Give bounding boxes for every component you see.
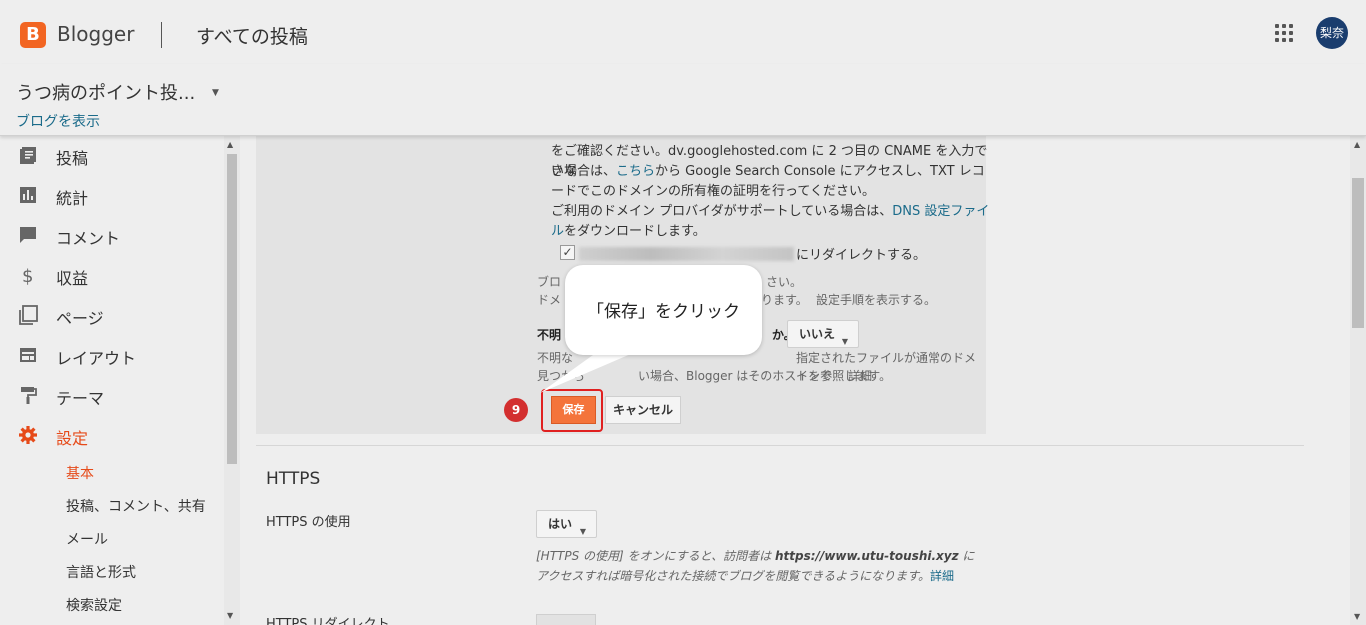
main-scroll-thumb[interactable] (1352, 178, 1364, 328)
save-button[interactable]: 保存 (551, 396, 596, 424)
dns-file-link-cont[interactable]: ル (551, 224, 564, 239)
https-details-link[interactable]: 詳細 (930, 569, 954, 583)
sidebar-item-label: レイアウト (56, 349, 137, 368)
step-number-badge: 9 (504, 398, 528, 422)
sidebar-item-label: 収益 (56, 269, 89, 288)
https-use-select[interactable]: はい ▼ (536, 510, 597, 538)
sidebar-item-pages[interactable]: ページ (0, 296, 222, 336)
sidebar-item-theme[interactable]: テーマ (0, 376, 222, 416)
sidebar-item-label: 設定 (56, 429, 89, 448)
section-divider (256, 445, 1304, 446)
blurred-domain (579, 247, 794, 261)
panel-text-line: ご利用のドメイン プロバイダがサポートしている場合は、DNS 設定ファイ (551, 204, 990, 219)
missing-files-label: 不明 (537, 328, 562, 342)
scroll-up-icon[interactable]: ▲ (227, 140, 233, 149)
layout-icon (20, 348, 36, 362)
blog-name[interactable]: うつ病のポイント投... (16, 79, 195, 105)
panel-text-line: ードでこのドメインの所有権の証明を行ってください。 (551, 184, 875, 199)
sidebar: 投稿 統計 コメント $ 収益 ページ レイアウト テーマ 設定 基本 投稿、コ… (0, 136, 240, 625)
sidebar-scroll-thumb[interactable] (227, 154, 237, 464)
avatar[interactable]: 梨奈 (1316, 17, 1348, 49)
view-blog-link[interactable]: ブログを表示 (16, 111, 100, 131)
gear-icon (19, 426, 37, 444)
sidebar-item-label: ページ (56, 309, 104, 328)
comment-icon (20, 227, 36, 243)
help-text: 見つから (537, 369, 586, 383)
https-help-text: [HTTPS の使用] をオンにすると、訪問者は https://www.utu… (536, 549, 975, 583)
blog-selector-bar: うつ病のポイント投... ▼ ブログを表示 (0, 64, 1366, 136)
https-use-label: HTTPS の使用 (266, 515, 351, 530)
redirect-checkbox[interactable]: ✓ (560, 245, 575, 260)
chevron-down-icon: ▼ (579, 527, 586, 536)
missing-files-select[interactable]: いいえ ▼ (787, 320, 859, 348)
posts-icon (20, 147, 36, 164)
here-link[interactable]: こちら (616, 164, 655, 179)
sidebar-item-posts[interactable]: 投稿 (0, 136, 222, 176)
sidebar-item-stats[interactable]: 統計 (0, 176, 222, 216)
callout-text: 「保存」をクリック (587, 302, 740, 322)
https-redirect-label: HTTPS リダイレクト (266, 617, 390, 625)
panel-text-line: い場合は、こちらから Google Search Console にアクセスし、… (551, 164, 985, 179)
blogger-logo-icon[interactable]: B (20, 22, 46, 48)
apps-grid-icon[interactable] (1275, 24, 1293, 42)
https-redirect-select[interactable] (536, 614, 596, 625)
main-content: をご確認ください。dv.googlehosted.com に 2 つ目の CNA… (240, 136, 1350, 625)
dns-file-link[interactable]: DNS 設定ファイ (892, 204, 989, 219)
sidebar-item-label: コメント (56, 229, 121, 248)
top-bar: B Blogger すべての投稿 梨奈 (0, 0, 1366, 64)
https-url: https://www.utu-toushi.xyz (775, 549, 959, 563)
pages-icon (19, 305, 38, 325)
instruction-callout: 「保存」をクリック (565, 265, 762, 355)
sidebar-subitem-basic[interactable]: 基本 (66, 463, 94, 483)
sidebar-item-label: 投稿 (56, 149, 89, 168)
sidebar-item-comments[interactable]: コメント (0, 216, 222, 256)
panel-text-line: ルをダウンロードします。 (551, 224, 706, 239)
https-section-title: HTTPS (266, 469, 321, 489)
sidebar-item-layout[interactable]: レイアウト (0, 336, 222, 376)
info-text: ドメ (537, 293, 562, 307)
info-text: ります。 (761, 293, 808, 307)
scroll-down-icon[interactable]: ▼ (227, 611, 233, 620)
header-divider (161, 22, 162, 48)
blog-dropdown-icon[interactable]: ▼ (212, 88, 219, 98)
stats-icon (20, 187, 36, 203)
sidebar-item-earnings[interactable]: $ 収益 (0, 256, 222, 296)
page-title: すべての投稿 (196, 26, 308, 48)
cancel-button[interactable]: キャンセル (605, 396, 681, 424)
sidebar-item-settings[interactable]: 設定 (0, 416, 222, 456)
brand-name[interactable]: Blogger (57, 22, 134, 46)
sidebar-subitem-search[interactable]: 検索設定 (66, 595, 122, 615)
dollar-icon: $ (22, 266, 33, 285)
sidebar-item-label: 統計 (56, 189, 89, 208)
main-scroll-down-icon[interactable]: ▼ (1354, 612, 1360, 621)
paint-roller-icon (21, 387, 37, 404)
details-link[interactable]: 詳細 (848, 367, 872, 385)
svg-text:$: $ (22, 266, 33, 285)
redirect-label: にリダイレクトする。 (796, 248, 927, 263)
sidebar-subitem-posts-comments-sharing[interactable]: 投稿、コメント、共有 (66, 496, 206, 516)
sidebar-item-label: テーマ (56, 389, 105, 408)
info-text: さい。 (766, 275, 803, 289)
info-text: ブロ (537, 275, 562, 289)
setup-steps-link[interactable]: 設定手順を表示する。 (816, 291, 936, 309)
help-text: 不明な (537, 351, 574, 365)
main-scroll-up-icon[interactable]: ▲ (1354, 140, 1360, 149)
sidebar-subitem-language[interactable]: 言語と形式 (66, 562, 136, 582)
sidebar-subitem-email[interactable]: メール (66, 529, 108, 549)
